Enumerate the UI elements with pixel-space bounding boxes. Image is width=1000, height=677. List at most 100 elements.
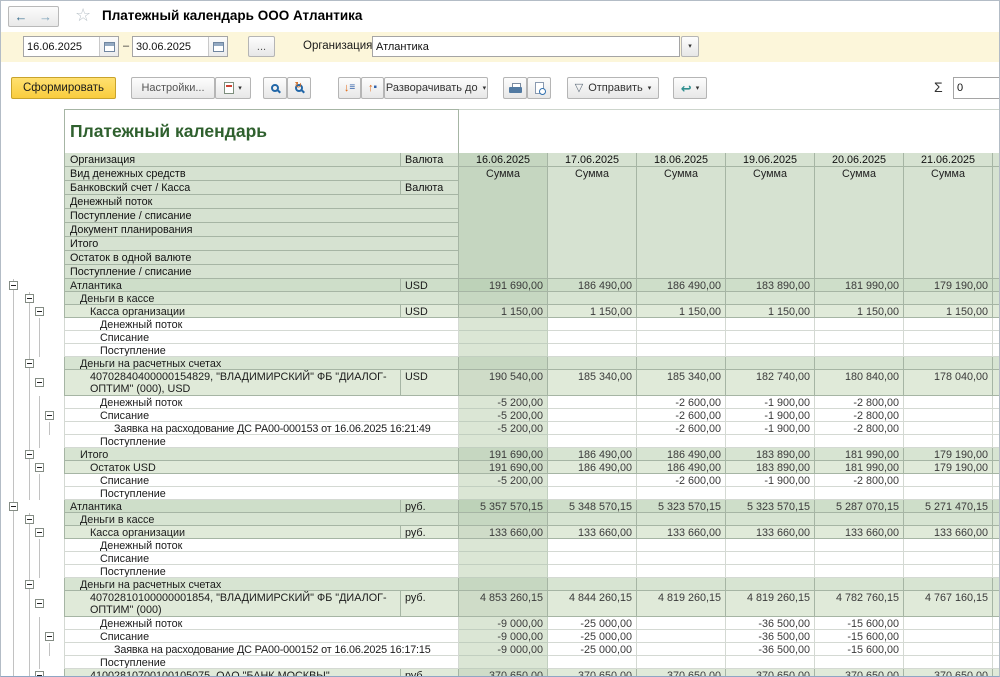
row-label[interactable]: Заявка на расходование ДС РА00-000153 от…: [64, 422, 459, 435]
amount-cell[interactable]: 4 819 260,15: [726, 591, 815, 617]
collapse-toggle-icon[interactable]: [25, 450, 34, 459]
amount-cell[interactable]: [815, 656, 904, 669]
expand-to-button[interactable]: Разворачивать до ▾: [384, 77, 488, 99]
amount-cell[interactable]: 133 660,00: [548, 526, 637, 539]
amount-cell[interactable]: [548, 422, 637, 435]
amount-cell[interactable]: 181 990,00: [815, 448, 904, 461]
amount-cell[interactable]: 191 690,00: [459, 279, 548, 292]
amount-cell[interactable]: 179 190,00: [904, 448, 993, 461]
amount-cell[interactable]: [726, 539, 815, 552]
sum-header-cell[interactable]: Сумма: [726, 167, 815, 279]
amount-cell[interactable]: [904, 617, 993, 630]
amount-cell[interactable]: [459, 435, 548, 448]
amount-cell[interactable]: 186 490,00: [637, 279, 726, 292]
row-label[interactable]: Списание: [64, 409, 459, 422]
organization-input[interactable]: [373, 38, 679, 55]
amount-cell[interactable]: 133 660,00: [726, 526, 815, 539]
amount-cell[interactable]: [459, 331, 548, 344]
date-header-cell[interactable]: 16.06.2025: [459, 153, 548, 167]
amount-cell[interactable]: [548, 539, 637, 552]
amount-cell[interactable]: 133 660,00: [459, 526, 548, 539]
amount-cell[interactable]: [548, 552, 637, 565]
amount-cell[interactable]: 370 650,00: [815, 669, 904, 676]
amount-cell[interactable]: [548, 513, 637, 526]
amount-cell[interactable]: 1 150,00: [459, 305, 548, 318]
amount-cell[interactable]: 191 690,00: [459, 448, 548, 461]
amount-cell[interactable]: -1 900,00: [726, 409, 815, 422]
period-more-button[interactable]: ...: [248, 36, 275, 57]
amount-cell[interactable]: [904, 539, 993, 552]
amount-cell[interactable]: [459, 552, 548, 565]
row-label[interactable]: Денежный поток: [64, 539, 459, 552]
row-label[interactable]: Списание: [64, 474, 459, 487]
amount-cell[interactable]: [726, 656, 815, 669]
collapse-toggle-icon[interactable]: [35, 599, 44, 608]
amount-cell[interactable]: -5 200,00: [459, 396, 548, 409]
row-label[interactable]: Деньги в кассе: [64, 513, 459, 526]
amount-cell[interactable]: [815, 552, 904, 565]
amount-cell[interactable]: 1 150,00: [637, 305, 726, 318]
amount-cell[interactable]: [904, 643, 993, 656]
row-label[interactable]: Поступление: [64, 656, 459, 669]
amount-cell[interactable]: 178 040,00: [904, 370, 993, 396]
row-label[interactable]: Поступление: [64, 435, 459, 448]
amount-cell[interactable]: [815, 435, 904, 448]
amount-cell[interactable]: [548, 578, 637, 591]
amount-cell[interactable]: 181 990,00: [815, 279, 904, 292]
amount-cell[interactable]: -15 600,00: [815, 643, 904, 656]
collapse-toggle-icon[interactable]: [9, 281, 18, 290]
amount-cell[interactable]: 190 540,00: [459, 370, 548, 396]
amount-cell[interactable]: [637, 331, 726, 344]
amount-cell[interactable]: 180 840,00: [815, 370, 904, 396]
amount-cell[interactable]: [459, 513, 548, 526]
amount-cell[interactable]: -1 900,00: [726, 474, 815, 487]
date-to-input[interactable]: [133, 38, 208, 55]
row-label[interactable]: Списание: [64, 630, 459, 643]
amount-cell[interactable]: [459, 565, 548, 578]
search-button[interactable]: [263, 77, 287, 99]
amount-cell[interactable]: [726, 318, 815, 331]
amount-cell[interactable]: -2 800,00: [815, 474, 904, 487]
search-next-button[interactable]: ↻: [287, 77, 311, 99]
amount-cell[interactable]: -2 800,00: [815, 422, 904, 435]
row-label[interactable]: 40702810100000001854, "ВЛАДИМИРСКИЙ" ФБ …: [64, 591, 401, 617]
collapse-toggle-icon[interactable]: [35, 378, 44, 387]
amount-cell[interactable]: [637, 292, 726, 305]
collapse-toggle-icon[interactable]: [35, 671, 44, 677]
amount-cell[interactable]: [904, 344, 993, 357]
amount-cell[interactable]: -5 200,00: [459, 422, 548, 435]
amount-cell[interactable]: [904, 435, 993, 448]
amount-cell[interactable]: [459, 578, 548, 591]
row-currency[interactable]: USD: [401, 279, 459, 292]
amount-cell[interactable]: -1 900,00: [726, 396, 815, 409]
row-label[interactable]: Деньги в кассе: [64, 292, 459, 305]
amount-cell[interactable]: [637, 539, 726, 552]
amount-cell[interactable]: [637, 656, 726, 669]
amount-cell[interactable]: [815, 344, 904, 357]
amount-cell[interactable]: [548, 487, 637, 500]
row-label[interactable]: Списание: [64, 552, 459, 565]
row-currency[interactable]: руб.: [401, 500, 459, 513]
row-label[interactable]: Заявка на расходование ДС РА00-000152 от…: [64, 643, 459, 656]
amount-cell[interactable]: [548, 474, 637, 487]
amount-cell[interactable]: [815, 331, 904, 344]
amount-cell[interactable]: [459, 344, 548, 357]
amount-cell[interactable]: 4 844 260,15: [548, 591, 637, 617]
amount-cell[interactable]: [726, 578, 815, 591]
amount-cell[interactable]: [726, 513, 815, 526]
amount-cell[interactable]: [726, 435, 815, 448]
amount-cell[interactable]: [637, 344, 726, 357]
amount-cell[interactable]: [904, 513, 993, 526]
amount-cell[interactable]: [904, 331, 993, 344]
row-label[interactable]: Остаток USD: [64, 461, 459, 474]
amount-cell[interactable]: 181 990,00: [815, 461, 904, 474]
collapse-toggle-icon[interactable]: [35, 463, 44, 472]
settings-button[interactable]: Настройки...: [131, 77, 215, 99]
amount-cell[interactable]: 370 650,00: [459, 669, 548, 676]
amount-cell[interactable]: 5 357 570,15: [459, 500, 548, 513]
amount-cell[interactable]: [459, 487, 548, 500]
amount-cell[interactable]: -25 000,00: [548, 643, 637, 656]
amount-cell[interactable]: -2 600,00: [637, 422, 726, 435]
amount-cell[interactable]: 1 150,00: [726, 305, 815, 318]
amount-cell[interactable]: [815, 318, 904, 331]
